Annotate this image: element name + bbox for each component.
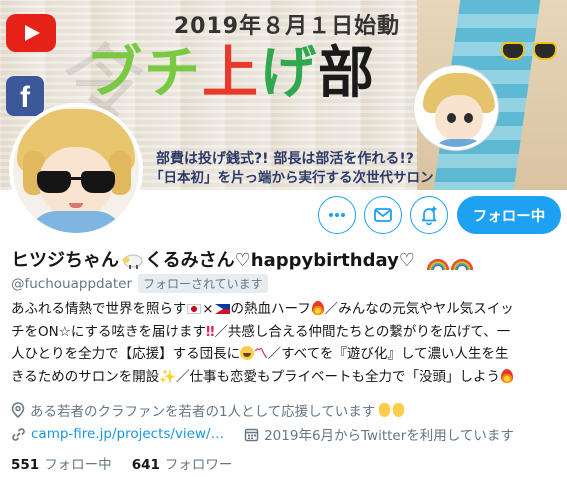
message-button[interactable] — [364, 196, 402, 234]
banner-subtitle-1: 部費は投げ銭式?! 部長は部活を作れる!? — [156, 151, 414, 167]
banner-title-char: 部 — [318, 41, 376, 106]
banner-title-char: 上 — [202, 41, 260, 106]
banner-title: ブチ上げ部 — [86, 42, 376, 106]
bio-line: 人ひとりを全力で【応援】する団長に 〽／すべてを『遊び化』して濃い人生を生 — [11, 343, 561, 366]
japan-flag-icon — [187, 304, 202, 314]
followers-stat[interactable]: 641 フォロワー — [132, 453, 233, 473]
bio-line: チをON☆にする呟きを届けます‼／共感し合える仲間たちとの繋がりを広げて、一 — [11, 321, 561, 344]
rainbow-emoji-group — [427, 254, 475, 275]
bio-text: ／すべてを『遊び化』して濃い人生を生 — [267, 346, 509, 362]
display-name-part1: ヒツジちゃん — [11, 250, 119, 271]
link-joined-row: camp-fire.jp/projects/view/… 2019年6月からTw… — [11, 424, 514, 444]
bio-text: 人ひとりを全力で【応援】する団長に — [11, 346, 241, 362]
bio-text: ／共感し合える仲間たちとの繋がりを広げて、一 — [214, 323, 511, 340]
banner-subtitle-2: 「日本初」を片っ端から実行する次世代サロン — [150, 170, 434, 186]
follow-stats: 551 フォロー中 641 フォロワー — [11, 453, 252, 473]
more-icon — [329, 213, 345, 217]
bio-text: あふれる情熱で世界を照らす — [11, 301, 187, 317]
bio-text: ／みんなの元気やヤル気スイッ — [324, 301, 514, 317]
mail-icon — [374, 208, 392, 222]
location-row: ある若者のクラファンを若者の1人として応援しています — [11, 400, 405, 420]
sunglasses-decoration — [501, 42, 557, 62]
bio-line: きるためのサロンを開設✨／仕事も恋愛もプライベートも全力で「没頭」しよう — [11, 366, 561, 389]
grinning-emoji-icon — [240, 346, 255, 360]
notifications-button[interactable] — [410, 196, 448, 234]
facebook-icon: f — [6, 76, 44, 116]
bio-text: × — [202, 301, 214, 317]
display-name: ヒツジちゃん くるみさん♡happybirthday♡ — [11, 246, 475, 275]
bio-text: きるためのサロンを開設 — [11, 368, 160, 385]
following-label: フォロー中 — [44, 457, 112, 473]
bio-line: あふれる情熱で世界を照らす × の熱血ハーフ ／みんなの元気やヤル気スイッ — [11, 298, 561, 321]
followers-label: フォロワー — [164, 457, 233, 473]
banner-title-char: ブ — [86, 41, 144, 106]
banner-character-illustration — [414, 66, 498, 150]
rainbow-icon — [451, 257, 474, 270]
sparkles-icon: ✨ — [159, 368, 177, 385]
sheep-emoji-icon — [122, 254, 143, 269]
youtube-icon — [6, 14, 56, 52]
display-name-part2: くるみさん♡happybirthday♡ — [145, 250, 415, 271]
fire-emoji-icon — [311, 301, 324, 315]
bio-text: チをON☆にする呟きを届けます — [11, 323, 206, 340]
avatar-illustration — [13, 107, 139, 233]
banner-title-char: げ — [260, 41, 318, 106]
link-icon — [12, 427, 25, 441]
joined-date: 2019年6月からTwitterを利用しています — [244, 424, 514, 444]
follows-you-badge: フォローされています — [138, 274, 268, 293]
followers-count: 641 — [131, 457, 160, 473]
profile-website-link[interactable]: camp-fire.jp/projects/view/… — [31, 426, 224, 442]
following-stat[interactable]: 551 フォロー中 — [11, 453, 112, 473]
bell-plus-icon — [421, 206, 437, 225]
banner-date: 2019年８月１日始動 — [173, 14, 401, 39]
handle-row: @fuchouappdater フォローされています — [11, 274, 268, 293]
profile-avatar[interactable] — [9, 103, 143, 237]
following-count: 551 — [11, 457, 40, 473]
rainbow-icon — [427, 257, 450, 270]
joined-text: 2019年6月からTwitterを利用しています — [264, 428, 514, 444]
following-button[interactable]: フォロー中 — [457, 196, 561, 234]
bio-text: ／仕事も恋愛もプライベートも全力で「没頭」しよう — [176, 368, 501, 385]
bio-text: の熱血ハーフ — [230, 301, 311, 317]
philippines-flag-icon — [214, 304, 230, 314]
location-icon — [11, 402, 25, 418]
part-alternation-mark-icon: 〽 — [254, 346, 268, 362]
more-button[interactable] — [318, 196, 356, 234]
calendar-icon — [244, 428, 259, 441]
user-handle: @fuchouappdater — [11, 275, 133, 292]
pointing-down-emoji-icon — [379, 403, 405, 417]
fire-emoji-icon — [501, 368, 514, 383]
profile-bio: あふれる情熱で世界を照らす × の熱血ハーフ ／みんなの元気やヤル気スイッ チをON☆… — [11, 298, 561, 388]
location-text: ある若者のクラファンを若者の1人として応援しています — [30, 404, 376, 420]
banner-title-char: チ — [144, 41, 202, 106]
